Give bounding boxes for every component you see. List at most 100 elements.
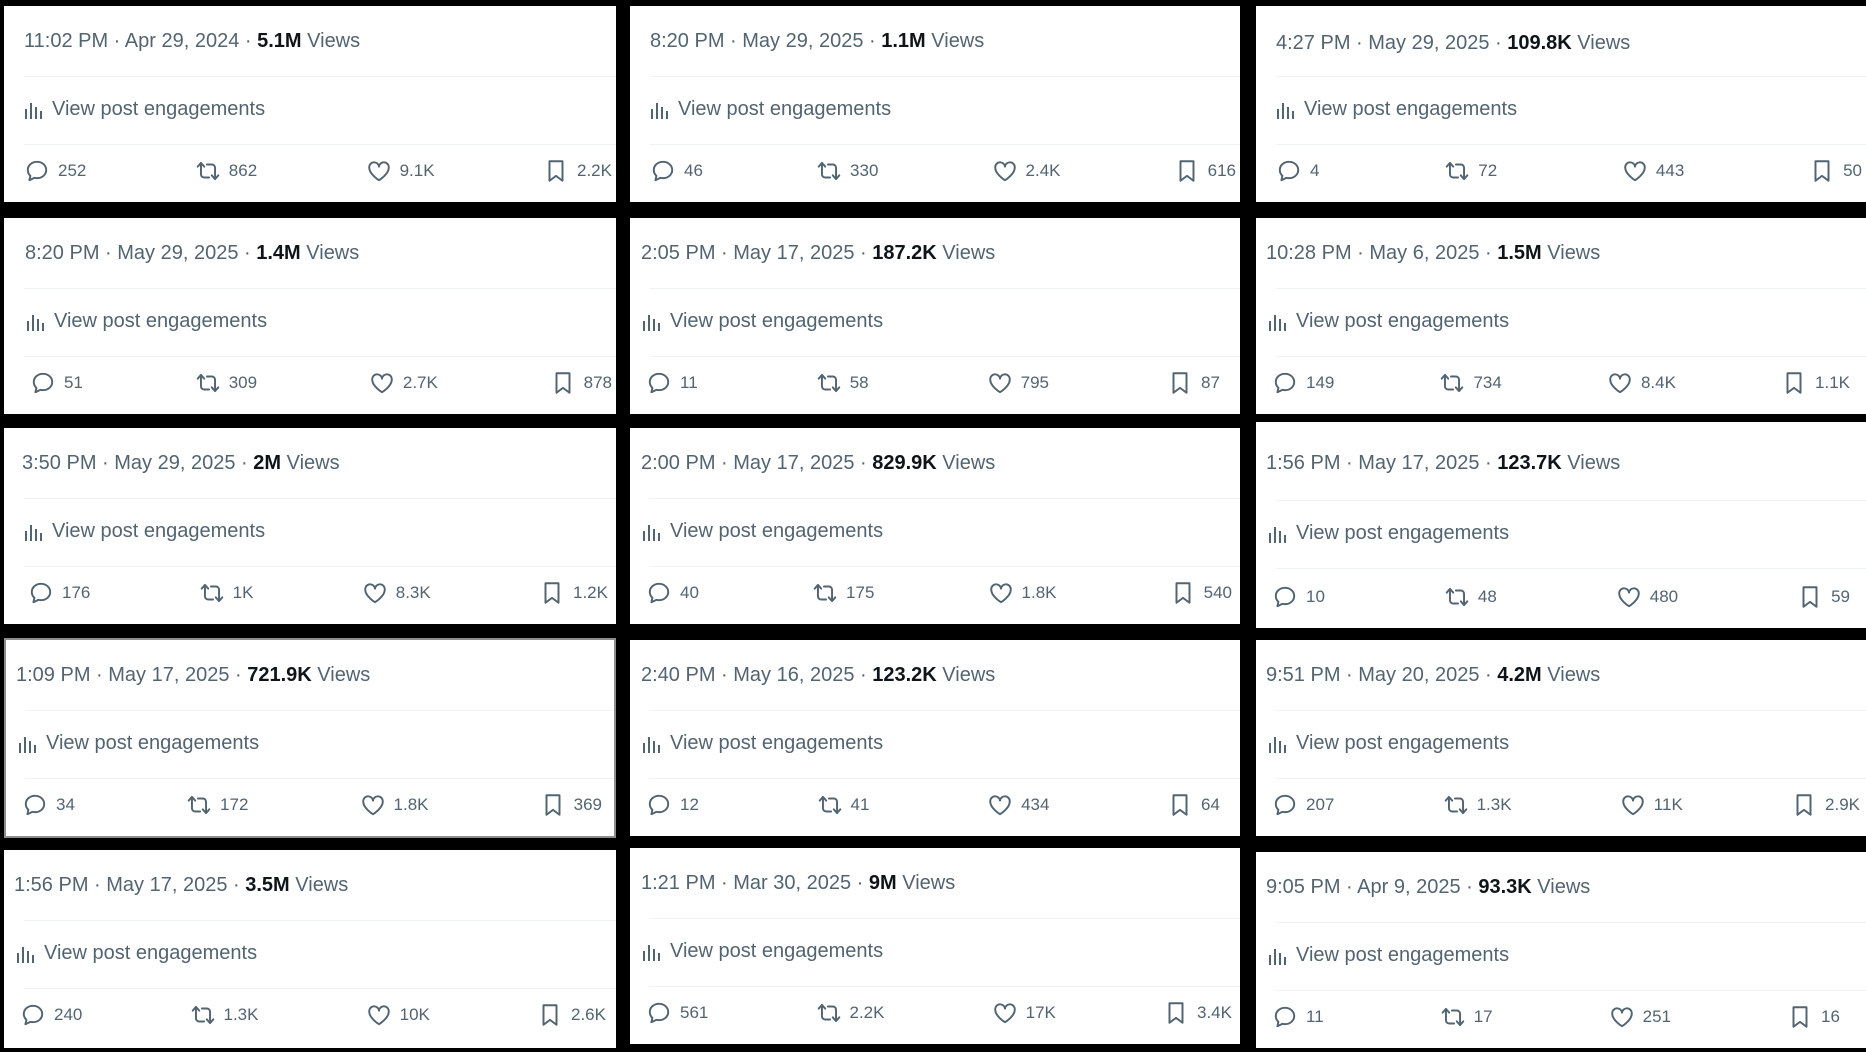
repost-button[interactable]: 58 <box>816 370 869 396</box>
reply-button[interactable]: 12 <box>646 792 699 818</box>
like-button[interactable]: 795 <box>987 370 1049 396</box>
reply-button[interactable]: 11 <box>1272 1004 1324 1030</box>
bookmark-button[interactable]: 878 <box>550 370 612 396</box>
bookmark-button[interactable]: 540 <box>1170 580 1232 606</box>
reply-count: 240 <box>54 1005 83 1024</box>
view-engagements-link[interactable]: View post engagements <box>642 732 883 755</box>
repost-button[interactable]: 1K <box>199 580 253 606</box>
post-timestamp[interactable]: 9:05 PM · Apr 9, 2025 · <box>1266 876 1478 898</box>
reply-button[interactable]: 176 <box>28 580 90 606</box>
bookmark-button[interactable]: 369 <box>540 792 602 818</box>
like-button[interactable]: 443 <box>1622 158 1684 184</box>
bookmark-button[interactable]: 16 <box>1787 1004 1840 1030</box>
reply-button[interactable]: 34 <box>22 792 75 818</box>
view-engagements-link[interactable]: View post engagements <box>1268 732 1509 755</box>
reply-button[interactable]: 207 <box>1272 792 1334 818</box>
bookmark-count: 2.2K <box>577 161 612 180</box>
view-engagements-link[interactable]: View post engagements <box>1268 522 1509 545</box>
post-timestamp[interactable]: 1:21 PM · Mar 30, 2025 · <box>641 872 869 894</box>
repost-button[interactable]: 72 <box>1444 158 1497 184</box>
view-engagements-link[interactable]: View post engagements <box>26 310 267 333</box>
view-engagements-link[interactable]: View post engagements <box>16 942 257 965</box>
like-button[interactable]: 480 <box>1616 584 1678 610</box>
view-engagements-link[interactable]: View post engagements <box>642 520 883 543</box>
post-timestamp[interactable]: 3:50 PM · May 29, 2025 · <box>22 452 253 474</box>
like-button[interactable]: 251 <box>1609 1004 1671 1030</box>
bookmark-button[interactable]: 3.4K <box>1163 1000 1232 1026</box>
post-timestamp[interactable]: 9:51 PM · May 20, 2025 · <box>1266 664 1497 686</box>
repost-button[interactable]: 309 <box>195 370 257 396</box>
view-engagements-link[interactable]: View post engagements <box>1268 310 1509 333</box>
view-engagements-link[interactable]: View post engagements <box>24 98 265 121</box>
like-button[interactable]: 11K <box>1620 792 1683 818</box>
repost-button[interactable]: 2.2K <box>816 1000 884 1026</box>
like-button[interactable]: 9.1K <box>366 158 435 184</box>
like-button[interactable]: 1.8K <box>988 580 1057 606</box>
view-engagements-link[interactable]: View post engagements <box>18 732 259 755</box>
post-timestamp[interactable]: 8:20 PM · May 29, 2025 · <box>650 30 881 52</box>
post-timestamp[interactable]: 1:56 PM · May 17, 2025 · <box>14 874 245 896</box>
bookmark-button[interactable]: 59 <box>1797 584 1850 610</box>
reply-button[interactable]: 10 <box>1272 584 1325 610</box>
like-button[interactable]: 1.8K <box>360 792 429 818</box>
bookmark-button[interactable]: 2.6K <box>537 1002 606 1028</box>
post-timestamp[interactable]: 2:00 PM · May 17, 2025 · <box>641 452 872 474</box>
post-timestamp[interactable]: 2:40 PM · May 16, 2025 · <box>641 664 872 686</box>
view-count: 109.8K <box>1507 32 1572 54</box>
view-engagements-link[interactable]: View post engagements <box>642 310 883 333</box>
reply-button[interactable]: 561 <box>646 1000 708 1026</box>
like-button[interactable]: 8.3K <box>362 580 431 606</box>
reply-button[interactable]: 51 <box>30 370 83 396</box>
view-engagements-link[interactable]: View post engagements <box>24 520 265 543</box>
reply-button[interactable]: 40 <box>646 580 699 606</box>
bookmark-button[interactable]: 1.2K <box>539 580 608 606</box>
post-timestamp[interactable]: 4:27 PM · May 29, 2025 · <box>1276 32 1507 54</box>
post-timestamp[interactable]: 10:28 PM · May 6, 2025 · <box>1266 242 1497 264</box>
reply-button[interactable]: 11 <box>646 370 698 396</box>
repost-button[interactable]: 172 <box>186 792 248 818</box>
repost-button[interactable]: 330 <box>816 158 878 184</box>
view-engagements-link[interactable]: View post engagements <box>1268 944 1509 967</box>
view-engagements-link[interactable]: View post engagements <box>650 98 891 121</box>
like-button[interactable]: 8.4K <box>1607 370 1676 396</box>
repost-button[interactable]: 1.3K <box>190 1002 258 1028</box>
post-timestamp[interactable]: 1:09 PM · May 17, 2025 · <box>16 664 247 686</box>
repost-button[interactable]: 862 <box>195 158 257 184</box>
repost-button[interactable]: 17 <box>1440 1004 1493 1030</box>
bookmark-button[interactable]: 50 <box>1809 158 1862 184</box>
view-engagements-link[interactable]: View post engagements <box>642 940 883 963</box>
view-engagements-link[interactable]: View post engagements <box>1276 98 1517 121</box>
bookmark-button[interactable]: 87 <box>1167 370 1220 396</box>
repost-button[interactable]: 41 <box>817 792 869 818</box>
bookmark-button[interactable]: 2.2K <box>543 158 612 184</box>
bookmark-button[interactable]: 2.9K <box>1791 792 1860 818</box>
reply-button[interactable]: 46 <box>650 158 703 184</box>
reply-button[interactable]: 240 <box>20 1002 82 1028</box>
post-timestamp[interactable]: 8:20 PM · May 29, 2025 · <box>25 242 256 264</box>
bookmark-button[interactable]: 1.1K <box>1781 370 1850 396</box>
repost-button[interactable]: 1.3K <box>1443 792 1512 818</box>
post-timestamp[interactable]: 2:05 PM · May 17, 2025 · <box>641 242 872 264</box>
reply-button[interactable]: 149 <box>1272 370 1334 396</box>
reply-button[interactable]: 4 <box>1276 158 1319 184</box>
like-count: 795 <box>1020 373 1050 392</box>
bookmark-button[interactable]: 64 <box>1167 792 1220 818</box>
repost-count: 175 <box>846 583 875 602</box>
post-meta: 1:56 PM · May 17, 2025 · 123.7K Views <box>1266 452 1620 475</box>
repost-button[interactable]: 175 <box>812 580 874 606</box>
like-button[interactable]: 17K <box>992 1000 1056 1026</box>
like-button[interactable]: 2.7K <box>369 370 438 396</box>
reply-button[interactable]: 252 <box>24 158 86 184</box>
repost-button[interactable]: 734 <box>1439 370 1502 396</box>
like-button[interactable]: 434 <box>987 792 1049 818</box>
bookmark-button[interactable]: 616 <box>1174 158 1236 184</box>
engagements-label: View post engagements <box>1296 310 1510 332</box>
engagements-label: View post engagements <box>670 940 884 962</box>
post-timestamp[interactable]: 11:02 PM · Apr 29, 2024 · <box>24 30 257 52</box>
views-label: Views <box>931 30 985 52</box>
like-button[interactable]: 10K <box>366 1002 430 1028</box>
repost-button[interactable]: 48 <box>1444 584 1497 610</box>
post-timestamp[interactable]: 1:56 PM · May 17, 2025 · <box>1266 452 1497 474</box>
like-button[interactable]: 2.4K <box>992 158 1061 184</box>
views-label: Views <box>1577 32 1631 54</box>
